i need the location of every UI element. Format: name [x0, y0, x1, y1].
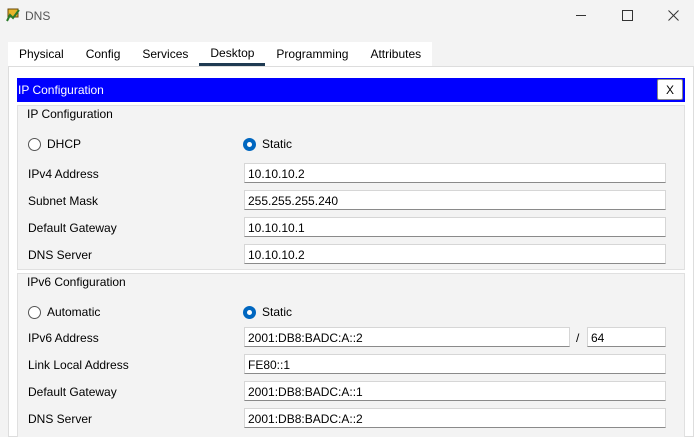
- ipv6-dns-label: DNS Server: [28, 412, 93, 426]
- tab-bar: Physical Config Services Desktop Program…: [8, 42, 433, 66]
- ipv6-gateway-input[interactable]: 2001:DB8:BADC:A::1: [244, 381, 666, 401]
- maximize-icon: [621, 10, 633, 21]
- tab-programming[interactable]: Programming: [265, 42, 359, 66]
- ipv4-static-label: Static: [262, 137, 293, 151]
- close-ip-configuration-button[interactable]: X: [657, 79, 683, 100]
- ipv6-automatic-radio[interactable]: Automatic: [28, 305, 100, 319]
- ipv4-group-title: IP Configuration: [27, 107, 113, 121]
- ip-configuration-title: IP Configuration: [18, 83, 104, 97]
- dhcp-label: DHCP: [47, 137, 82, 151]
- radio-checked-icon: [243, 137, 256, 151]
- subnet-mask-input[interactable]: 255.255.255.240: [244, 190, 666, 210]
- ipv6-static-label: Static: [262, 305, 293, 319]
- close-icon: [667, 10, 679, 21]
- title-bar: DNS: [0, 0, 694, 31]
- ipv4-configuration-group: IP Configuration DHCP Static IPv4 Addres…: [17, 105, 685, 270]
- maximize-button[interactable]: [604, 0, 650, 31]
- ip-configuration-header: IP Configuration X: [17, 78, 685, 102]
- tab-config[interactable]: Config: [75, 42, 132, 66]
- tab-desktop[interactable]: Desktop: [199, 42, 266, 66]
- tab-physical[interactable]: Physical: [8, 42, 75, 66]
- ipv6-address-input[interactable]: 2001:DB8:BADC:A::2: [244, 327, 570, 347]
- desktop-panel: IP Configuration X IP Configuration DHCP…: [8, 66, 694, 437]
- dhcp-radio[interactable]: DHCP: [28, 137, 81, 151]
- minimize-icon: [575, 15, 586, 16]
- ipv6-dns-input[interactable]: 2001:DB8:BADC:A::2: [244, 408, 666, 428]
- tab-services[interactable]: Services: [131, 42, 199, 66]
- ipv6-address-label: IPv6 Address: [28, 331, 99, 345]
- radio-checked-icon: [243, 305, 256, 319]
- ipv6-automatic-label: Automatic: [47, 305, 101, 319]
- minimize-button[interactable]: [558, 0, 604, 31]
- link-local-label: Link Local Address: [28, 358, 129, 372]
- ipv4-dns-label: DNS Server: [28, 248, 93, 262]
- window-title: DNS: [25, 9, 51, 23]
- ipv6-configuration-group: IPv6 Configuration Automatic Static IPv6…: [17, 273, 685, 437]
- prefix-separator: /: [576, 331, 580, 345]
- tab-attributes[interactable]: Attributes: [359, 42, 432, 66]
- subnet-mask-label: Subnet Mask: [28, 194, 99, 208]
- ipv6-gateway-label: Default Gateway: [28, 385, 117, 399]
- close-window-button[interactable]: [650, 0, 694, 31]
- ipv6-prefix-input[interactable]: 64: [587, 327, 666, 347]
- ipv6-static-radio[interactable]: Static: [243, 305, 292, 319]
- ipv4-static-radio[interactable]: Static: [243, 137, 292, 151]
- packet-tracer-pc-icon: [6, 8, 20, 22]
- ipv4-address-input[interactable]: 10.10.10.2: [244, 163, 666, 183]
- ipv4-gateway-input[interactable]: 10.10.10.1: [244, 217, 666, 237]
- link-local-input[interactable]: FE80::1: [244, 354, 666, 374]
- ipv4-address-label: IPv4 Address: [28, 167, 99, 181]
- radio-unchecked-icon: [28, 305, 41, 319]
- radio-unchecked-icon: [28, 137, 41, 151]
- ipv4-gateway-label: Default Gateway: [28, 221, 117, 235]
- ipv4-dns-input[interactable]: 10.10.10.2: [244, 244, 666, 264]
- ipv6-group-title: IPv6 Configuration: [27, 275, 126, 289]
